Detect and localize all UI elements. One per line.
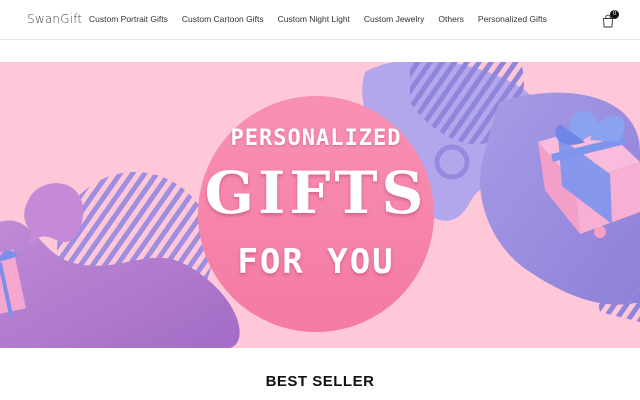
main-nav: Custom Portrait Gifts Custom Cartoon Gif… bbox=[89, 14, 561, 24]
cart-button[interactable]: 0 bbox=[602, 10, 619, 28]
left-speech-blob bbox=[24, 183, 84, 246]
banner-headline-for-you: FOR YOU bbox=[237, 242, 395, 282]
nav-item-custom-cartoon-gifts[interactable]: Custom Cartoon Gifts bbox=[182, 14, 264, 24]
nav-item-personalized-gifts[interactable]: Personalized Gifts bbox=[478, 14, 547, 24]
nav-item-others[interactable]: Others bbox=[438, 14, 464, 24]
nav-item-custom-night-light[interactable]: Custom Night Light bbox=[278, 14, 350, 24]
site-logo[interactable]: SwanGift bbox=[27, 12, 82, 26]
best-seller-heading: BEST SELLER bbox=[265, 373, 375, 390]
banner-headline-personalized: PERSONALIZED bbox=[230, 126, 402, 151]
nav-item-custom-jewelry[interactable]: Custom Jewelry bbox=[364, 14, 424, 24]
hero-banner[interactable]: PERSONALIZED GIFTS FOR YOU bbox=[0, 62, 640, 348]
cart-count-badge: 0 bbox=[610, 10, 619, 19]
nav-item-custom-portrait-gifts[interactable]: Custom Portrait Gifts bbox=[89, 14, 168, 24]
site-header: SwanGift Custom Portrait Gifts Custom Ca… bbox=[0, 0, 640, 40]
banner-headline-gifts: GIFTS bbox=[204, 159, 428, 227]
